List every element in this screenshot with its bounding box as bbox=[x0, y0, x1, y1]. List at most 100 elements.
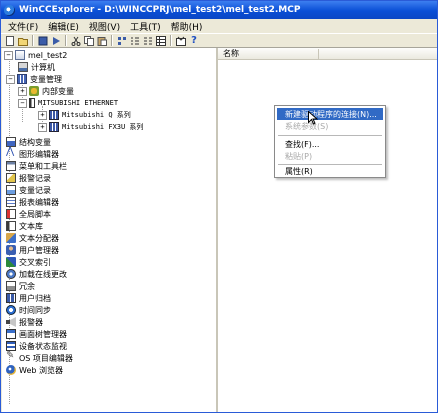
details-icon[interactable] bbox=[155, 35, 167, 47]
tree-item-redundancy[interactable]: 冗余 bbox=[6, 280, 35, 292]
winccexplorer-window: WinCCExplorer - D:\WINCCPRJ\mel_test2\me… bbox=[0, 0, 438, 413]
tree-item-global-script[interactable]: 全局脚本 bbox=[6, 208, 51, 220]
tree-item-label: 文本分配器 bbox=[19, 233, 59, 243]
tree-item-horn[interactable]: 报警器 bbox=[6, 316, 43, 328]
collapse-icon[interactable]: − bbox=[4, 50, 13, 60]
list-icon[interactable] bbox=[142, 35, 154, 47]
tree-item-tag-logging[interactable]: 变量记录 bbox=[6, 184, 51, 196]
toolbar-separator bbox=[65, 35, 67, 46]
tree-item-menus-toolbars[interactable]: 菜单和工具栏 bbox=[6, 160, 67, 172]
tree-item-label: 报警记录 bbox=[19, 173, 51, 183]
menu-view[interactable]: 视图(V) bbox=[84, 20, 125, 33]
tree-item-label: 设备状态监视 bbox=[19, 341, 67, 351]
detail-list[interactable]: 名称 bbox=[218, 48, 437, 412]
tree-item-label: 交叉索引 bbox=[19, 257, 51, 267]
tree-item-label: 全局脚本 bbox=[19, 209, 51, 219]
stop-icon[interactable] bbox=[37, 35, 49, 47]
toolbar: ? bbox=[1, 33, 437, 48]
large-icons-icon[interactable] bbox=[116, 35, 128, 47]
tree-item-label: 变量记录 bbox=[19, 185, 51, 195]
expand-icon[interactable]: + bbox=[18, 86, 27, 96]
copy-icon[interactable] bbox=[83, 35, 95, 47]
redundancy-icon bbox=[6, 281, 16, 291]
tree-item-graphics-designer[interactable]: 图形编辑器 bbox=[6, 146, 59, 160]
tree-item-label: 时间同步 bbox=[19, 305, 51, 315]
menu-tools[interactable]: 工具(T) bbox=[125, 20, 166, 33]
tree-item-text-distributor[interactable]: 文本分配器 bbox=[6, 232, 59, 244]
tree-item-report-designer[interactable]: 报表编辑器 bbox=[6, 196, 59, 208]
paste-icon[interactable] bbox=[96, 35, 108, 47]
tree-item-load-online-changes[interactable]: 加载在线更改 bbox=[6, 268, 67, 280]
column-divider[interactable] bbox=[318, 49, 319, 59]
collapse-icon[interactable]: − bbox=[6, 74, 15, 84]
tree-item-label: Mitsubishi Q 系列 bbox=[62, 111, 131, 119]
tree-item-label: 计算机 bbox=[31, 62, 55, 72]
help-icon[interactable]: ? bbox=[188, 35, 200, 47]
tree-item-mitsubishi-ethernet[interactable]: − MITSUBISHI ETHERNET bbox=[18, 97, 118, 109]
tree-item-label: 报警器 bbox=[19, 317, 43, 327]
new-icon[interactable] bbox=[4, 35, 16, 47]
list-column-header[interactable]: 名称 bbox=[218, 48, 437, 60]
tree-item-alarm-logging[interactable]: 报警记录 bbox=[6, 172, 51, 184]
title-bar[interactable]: WinCCExplorer - D:\WINCCPRJ\mel_test2\me… bbox=[1, 1, 437, 19]
column-name-label: 名称 bbox=[223, 49, 239, 58]
tree-item-label: 文本库 bbox=[19, 221, 43, 231]
tag-management-icon bbox=[17, 74, 27, 84]
expand-icon[interactable]: + bbox=[38, 122, 47, 132]
project-tree[interactable]: − mel_test2 计算机 − 变量管理 + 内部变量 − MITSUBIS… bbox=[2, 48, 218, 412]
expand-icon[interactable]: + bbox=[38, 110, 47, 120]
properties-icon[interactable] bbox=[175, 35, 187, 47]
tree-item-time-sync[interactable]: 时间同步 bbox=[6, 304, 51, 316]
menu-help[interactable]: 帮助(H) bbox=[166, 20, 208, 33]
tree-item-tag-management[interactable]: − 变量管理 bbox=[6, 73, 62, 85]
tree-item-label: 报表编辑器 bbox=[19, 197, 59, 207]
menu-item-properties[interactable]: 属性(R) bbox=[277, 165, 383, 177]
menu-file[interactable]: 文件(F) bbox=[3, 20, 43, 33]
toolbar-separator bbox=[170, 35, 172, 46]
global-script-icon bbox=[6, 209, 16, 219]
load-online-changes-icon bbox=[6, 269, 16, 279]
menu-item-paste: 粘贴(P) bbox=[277, 150, 383, 162]
text-distributor-icon bbox=[6, 233, 16, 243]
picture-tree-icon bbox=[6, 329, 16, 339]
tree-item-os-project-editor[interactable]: OS 项目编辑器 bbox=[6, 350, 73, 364]
tree-item-picture-tree[interactable]: 画面树管理器 bbox=[6, 328, 67, 340]
horn-icon bbox=[6, 317, 16, 327]
small-icons-icon[interactable] bbox=[129, 35, 141, 47]
tree-item-internal-tags[interactable]: + 内部变量 bbox=[18, 85, 74, 97]
tree-item-label: 结构变量 bbox=[19, 137, 51, 147]
tree-item-root[interactable]: − mel_test2 bbox=[4, 49, 67, 61]
internal-tags-icon bbox=[29, 86, 39, 96]
tree-item-user-archive[interactable]: 用户归档 bbox=[6, 292, 51, 304]
tree-item-label: 加载在线更改 bbox=[19, 269, 67, 279]
collapse-icon[interactable]: − bbox=[18, 98, 27, 108]
toolbar-separator bbox=[111, 35, 113, 46]
tree-item-text-library[interactable]: 文本库 bbox=[6, 220, 43, 232]
project-icon bbox=[15, 50, 25, 60]
text-library-icon bbox=[6, 221, 16, 231]
tree-item-web-navigator[interactable]: Web 浏览器 bbox=[6, 364, 63, 376]
user-administrator-icon bbox=[6, 245, 16, 255]
tree-item-label: Mitsubishi FX3U 系列 bbox=[62, 123, 144, 131]
os-project-editor-icon bbox=[6, 350, 16, 363]
menu-item-find[interactable]: 查找(F)... bbox=[277, 138, 383, 150]
menu-item-new-driver-connection[interactable]: 新建驱动程序的连接(N)... bbox=[277, 108, 383, 120]
tree-item-device-status[interactable]: 设备状态监视 bbox=[6, 340, 67, 352]
tree-item-cross-reference[interactable]: 交叉索引 bbox=[6, 256, 51, 268]
cut-icon[interactable] bbox=[70, 35, 82, 47]
tree-item-label: 菜单和工具栏 bbox=[19, 161, 67, 171]
tree-item-label: 用户管理器 bbox=[19, 245, 59, 255]
alarm-logging-icon bbox=[6, 173, 16, 183]
cross-reference-icon bbox=[6, 257, 16, 267]
time-sync-icon bbox=[6, 305, 16, 315]
run-icon[interactable] bbox=[50, 35, 62, 47]
tree-item-label: 变量管理 bbox=[30, 74, 62, 84]
tree-item-mitsubishi-fx3u[interactable]: + Mitsubishi FX3U 系列 bbox=[38, 121, 143, 133]
menu-edit[interactable]: 编辑(E) bbox=[43, 20, 84, 33]
menu-item-label: 粘贴(P) bbox=[285, 151, 313, 161]
tree-item-computer[interactable]: 计算机 bbox=[18, 61, 55, 73]
tree-item-label: 用户归档 bbox=[19, 293, 51, 303]
tree-item-mitsubishi-q[interactable]: + Mitsubishi Q 系列 bbox=[38, 109, 131, 121]
tree-item-user-administrator[interactable]: 用户管理器 bbox=[6, 244, 59, 256]
open-icon[interactable] bbox=[17, 35, 29, 47]
